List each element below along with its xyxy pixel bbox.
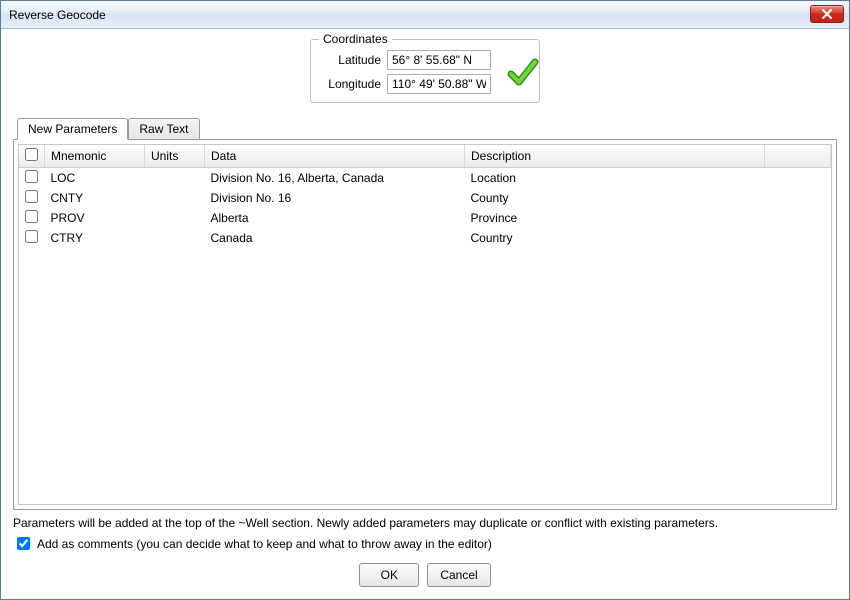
cell-units — [145, 228, 205, 248]
longitude-input[interactable] — [387, 74, 491, 94]
row-checkbox[interactable] — [25, 210, 38, 223]
titlebar: Reverse Geocode — [1, 1, 849, 29]
cell-data: Alberta — [205, 208, 465, 228]
table-row[interactable]: LOC Division No. 16, Alberta, CanadaLocat… — [19, 168, 831, 189]
col-header-units[interactable]: Units — [145, 145, 205, 168]
col-header-checkbox[interactable] — [19, 145, 45, 168]
add-as-comments-checkbox[interactable] — [17, 537, 30, 550]
row-checkbox[interactable] — [25, 190, 38, 203]
table-row[interactable]: PROV AlbertaProvince — [19, 208, 831, 228]
button-row: OK Cancel — [13, 563, 837, 587]
table-row[interactable]: CNTY Division No. 16County — [19, 188, 831, 208]
tab-panel-new-parameters: Mnemonic Units Data Description LOC Divis… — [13, 139, 837, 510]
row-checkbox[interactable] — [25, 170, 38, 183]
col-header-mnemonic[interactable]: Mnemonic — [45, 145, 145, 168]
cell-units — [145, 188, 205, 208]
cell-units — [145, 208, 205, 228]
col-header-spacer — [765, 145, 831, 168]
cell-mnemonic: CTRY — [45, 228, 145, 248]
row-checkbox[interactable] — [25, 230, 38, 243]
cell-data: Division No. 16 — [205, 188, 465, 208]
cell-description: Location — [465, 168, 765, 189]
cell-mnemonic: LOC — [45, 168, 145, 189]
close-button[interactable] — [810, 5, 844, 23]
ok-button[interactable]: OK — [359, 563, 419, 587]
cell-mnemonic: PROV — [45, 208, 145, 228]
cell-description: County — [465, 188, 765, 208]
add-as-comments-label: Add as comments (you can decide what to … — [37, 537, 492, 551]
checkmark-icon — [505, 54, 541, 93]
coordinates-group: Coordinates Latitude Longitude — [310, 39, 540, 103]
cell-mnemonic: CNTY — [45, 188, 145, 208]
tab-raw-text[interactable]: Raw Text — [128, 118, 199, 140]
cancel-button[interactable]: Cancel — [427, 563, 490, 587]
table-row[interactable]: CTRY CanadaCountry — [19, 228, 831, 248]
window-title: Reverse Geocode — [9, 8, 106, 22]
cell-units — [145, 168, 205, 189]
cell-data: Division No. 16, Alberta, Canada — [205, 168, 465, 189]
parameters-table: Mnemonic Units Data Description LOC Divis… — [19, 145, 831, 248]
longitude-label: Longitude — [321, 77, 381, 91]
coordinates-legend: Coordinates — [319, 32, 392, 46]
latitude-label: Latitude — [321, 53, 381, 67]
latitude-input[interactable] — [387, 50, 491, 70]
col-header-data[interactable]: Data — [205, 145, 465, 168]
add-as-comments-row[interactable]: Add as comments (you can decide what to … — [13, 534, 837, 553]
col-header-description[interactable]: Description — [465, 145, 765, 168]
cell-description: Province — [465, 208, 765, 228]
footer-note: Parameters will be added at the top of t… — [13, 516, 837, 530]
content-area: Coordinates Latitude Longitude New Param… — [1, 29, 849, 599]
tab-new-parameters[interactable]: New Parameters — [17, 118, 128, 140]
parameters-table-wrap: Mnemonic Units Data Description LOC Divis… — [18, 144, 832, 505]
cell-data: Canada — [205, 228, 465, 248]
tabstrip: New Parameters Raw Text — [13, 117, 837, 139]
close-icon — [822, 9, 832, 19]
select-all-checkbox[interactable] — [25, 148, 38, 161]
cell-description: Country — [465, 228, 765, 248]
